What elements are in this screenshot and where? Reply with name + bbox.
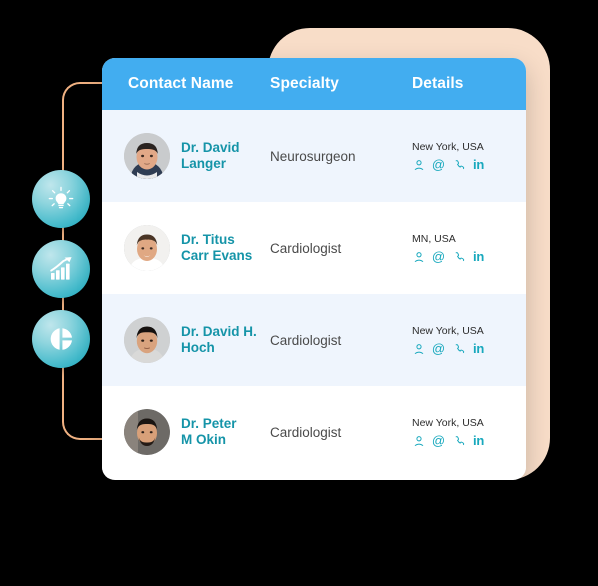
email-at-icon[interactable]: @	[432, 158, 445, 171]
cell-specialty: Cardiologist	[270, 332, 342, 348]
phone-icon[interactable]	[452, 158, 465, 171]
contact-name-line1: Dr. Peter	[181, 416, 237, 431]
person-icon[interactable]	[412, 434, 425, 447]
cell-specialty: Cardiologist	[270, 240, 342, 256]
contact-name-line1: Dr. David H.	[181, 324, 257, 339]
linkedin-icon[interactable]: in	[472, 342, 485, 355]
column-header-contact-name[interactable]: Contact Name	[102, 75, 270, 93]
phone-icon[interactable]	[452, 342, 465, 355]
avatar	[124, 225, 170, 271]
table-row[interactable]: Dr. David Langer Neurosurgeon New York, …	[102, 110, 526, 202]
cell-contact-name: Dr. David H. Hoch	[102, 317, 270, 363]
pie-chart-icon	[46, 324, 76, 354]
email-at-icon[interactable]: @	[432, 342, 445, 355]
contact-name-line2: Carr Evans	[181, 248, 253, 263]
cell-specialty: Neurosurgeon	[270, 148, 356, 164]
contact-location: New York, USA	[412, 417, 484, 429]
email-at-icon[interactable]: @	[432, 434, 445, 447]
column-header-details[interactable]: Details	[412, 75, 526, 93]
linkedin-icon[interactable]: in	[472, 434, 485, 447]
contact-name-line2: Langer	[181, 156, 227, 171]
table-row[interactable]: Dr. Titus Carr Evans Cardiologist MN, US…	[102, 202, 526, 294]
lightbulb-icon	[46, 184, 76, 214]
detail-icon-group: @ in	[412, 342, 526, 355]
detail-icon-group: @ in	[412, 250, 526, 263]
cell-details: New York, USA @ in	[412, 325, 526, 355]
email-at-icon[interactable]: @	[432, 250, 445, 263]
contact-name-text[interactable]: Dr. David H. Hoch	[181, 324, 257, 356]
contacts-card: Contact Name Specialty Details Dr. David…	[102, 58, 526, 480]
cell-contact-name: Dr. Titus Carr Evans	[102, 225, 270, 271]
avatar	[124, 317, 170, 363]
bar-chart-growth-icon	[45, 253, 77, 285]
contact-name-line1: Dr. Titus	[181, 232, 235, 247]
contact-name-line2: Hoch	[181, 340, 215, 355]
side-badge-growth-chart[interactable]	[32, 240, 90, 298]
cell-details: New York, USA @ in	[412, 417, 526, 447]
cell-contact-name: Dr. Peter M Okin	[102, 409, 270, 455]
contact-name-text[interactable]: Dr. David Langer	[181, 140, 240, 172]
side-badge-lightbulb[interactable]	[32, 170, 90, 228]
contact-name-text[interactable]: Dr. Titus Carr Evans	[181, 232, 252, 264]
contact-name-line2: M Okin	[181, 432, 227, 447]
person-icon[interactable]	[412, 158, 425, 171]
illustration-canvas: Contact Name Specialty Details Dr. David…	[0, 0, 598, 586]
person-icon[interactable]	[412, 250, 425, 263]
cell-details: MN, USA @ in	[412, 233, 526, 263]
contact-location: MN, USA	[412, 233, 456, 245]
contact-name-line1: Dr. David	[181, 140, 240, 155]
cell-specialty: Cardiologist	[270, 424, 342, 440]
contact-name-text[interactable]: Dr. Peter M Okin	[181, 416, 237, 448]
table-row[interactable]: Dr. David H. Hoch Cardiologist New York,…	[102, 294, 526, 386]
table-header: Contact Name Specialty Details	[102, 58, 526, 110]
cell-details: New York, USA @ in	[412, 141, 526, 171]
cell-contact-name: Dr. David Langer	[102, 133, 270, 179]
linkedin-icon[interactable]: in	[472, 250, 485, 263]
linkedin-icon[interactable]: in	[472, 158, 485, 171]
avatar	[124, 409, 170, 455]
side-badge-pie-chart[interactable]	[32, 310, 90, 368]
detail-icon-group: @ in	[412, 158, 526, 171]
person-icon[interactable]	[412, 342, 425, 355]
phone-icon[interactable]	[452, 434, 465, 447]
contact-location: New York, USA	[412, 325, 484, 337]
column-header-specialty[interactable]: Specialty	[270, 75, 412, 93]
phone-icon[interactable]	[452, 250, 465, 263]
table-row[interactable]: Dr. Peter M Okin Cardiologist New York, …	[102, 386, 526, 478]
avatar	[124, 133, 170, 179]
contact-location: New York, USA	[412, 141, 484, 153]
detail-icon-group: @ in	[412, 434, 526, 447]
